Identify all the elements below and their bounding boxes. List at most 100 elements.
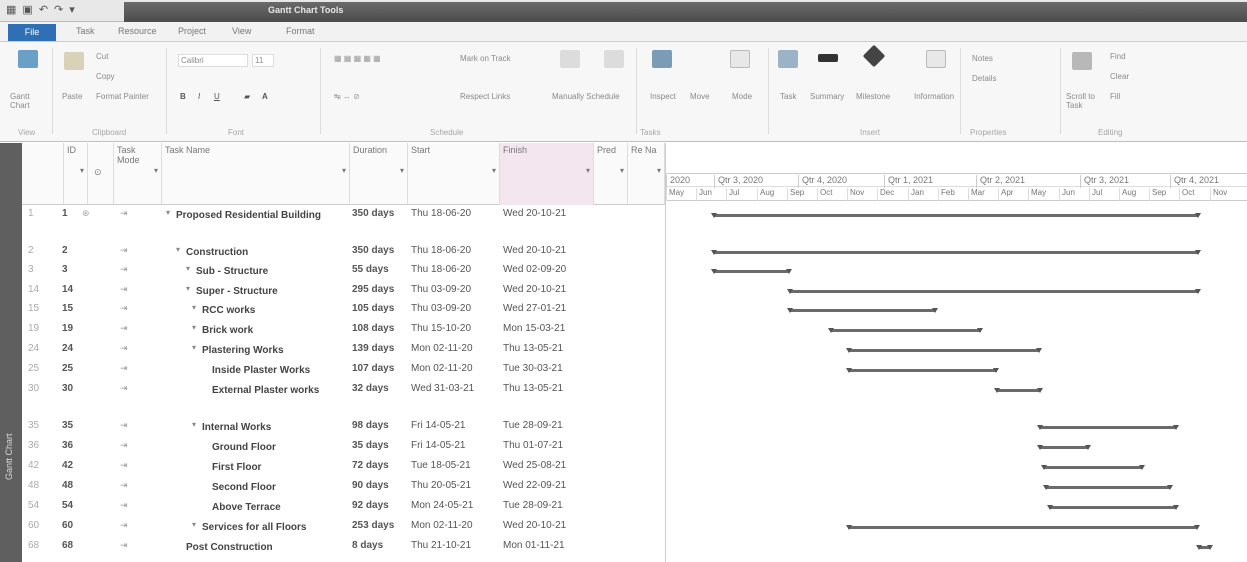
information-icon[interactable] — [926, 50, 946, 68]
task-row[interactable]: 60 60 Services for all Floors 253 days Mon 0… — [22, 520, 665, 538]
gantt-summary-bar[interactable] — [846, 368, 999, 373]
task-row[interactable]: 36 36 Ground Floor 35 days Fri 14-05-21 Thu 0… — [22, 440, 665, 458]
task-start[interactable]: Mon 02-11-20 — [411, 520, 501, 531]
collapse-icon[interactable]: ▾ — [192, 520, 196, 529]
gantt-summary-bar[interactable] — [1037, 445, 1091, 450]
gantt-summary-bar[interactable] — [1047, 505, 1179, 510]
task-finish[interactable]: Wed 02-09-20 — [503, 264, 598, 275]
task-duration[interactable]: 108 days — [352, 323, 410, 334]
scroll-to-task-button[interactable]: Scroll to Task — [1066, 92, 1100, 110]
tab-view[interactable]: View — [232, 26, 251, 36]
tab-project[interactable]: Project — [178, 26, 206, 36]
task-duration[interactable]: 8 days — [352, 540, 410, 551]
task-row[interactable]: 54 54 Above Terrace 92 days Mon 24-05-21 Tue … — [22, 500, 665, 518]
task-duration[interactable]: 72 days — [352, 460, 410, 471]
task-start[interactable]: Thu 18-06-20 — [411, 245, 501, 256]
task-name[interactable]: Above Terrace — [166, 500, 346, 516]
gantt-chart-icon[interactable] — [18, 50, 38, 68]
font-color-icon[interactable]: A — [262, 92, 268, 101]
task-name[interactable]: Ground Floor — [166, 440, 346, 456]
task-finish[interactable]: Wed 20-10-21 — [503, 245, 598, 256]
milestone-button[interactable]: Milestone — [856, 92, 890, 101]
milestone-icon[interactable] — [862, 44, 886, 68]
clear-button[interactable]: Clear — [1110, 72, 1129, 81]
gantt-summary-bar[interactable] — [846, 525, 1200, 530]
task-duration[interactable]: 350 days — [352, 208, 410, 219]
collapse-icon[interactable]: ▾ — [192, 303, 196, 312]
task-row[interactable]: 24 24 Plastering Works 139 days Mon 02-11-20… — [22, 343, 665, 361]
column-start[interactable]: Start ▾ — [408, 143, 500, 205]
column-task-mode[interactable]: Task Mode ▾ — [114, 143, 162, 205]
column-duration[interactable]: Duration ▾ — [350, 143, 408, 205]
task-row[interactable]: 68 68 Post Construction 8 days Thu 21-10-21 M… — [22, 540, 665, 558]
task-start[interactable]: Tue 18-05-21 — [411, 460, 501, 471]
chevron-down-icon[interactable]: ▾ — [342, 166, 346, 175]
bold-button[interactable]: B — [180, 92, 186, 101]
gantt-summary-bar[interactable] — [1037, 425, 1179, 430]
task-start[interactable]: Mon 24-05-21 — [411, 500, 501, 511]
task-row[interactable]: 48 48 Second Floor 90 days Thu 20-05-21 Wed 2… — [22, 480, 665, 498]
task-finish[interactable]: Tue 30-03-21 — [503, 363, 598, 374]
column-id[interactable]: ID ▾ — [64, 143, 88, 205]
gantt-summary-bar[interactable] — [711, 250, 1201, 255]
task-finish[interactable]: Wed 20-10-21 — [503, 284, 598, 295]
format-painter-button[interactable]: Format Painter — [96, 92, 149, 101]
task-row[interactable]: 3 3 Sub - Structure 55 days Thu 18-06-20 Wed … — [22, 264, 665, 282]
gantt-summary-bar[interactable] — [787, 308, 938, 313]
task-start[interactable]: Thu 15-10-20 — [411, 323, 501, 334]
paste-button[interactable]: Paste — [62, 92, 82, 101]
task-duration[interactable]: 295 days — [352, 284, 410, 295]
task-row[interactable]: 35 35 Internal Works 98 days Fri 14-05-21 Tue… — [22, 420, 665, 438]
task-finish[interactable]: Tue 28-09-21 — [503, 420, 598, 431]
mode-icon[interactable] — [730, 50, 750, 68]
task-row[interactable]: 30 30 External Plaster works 32 days Wed 31-… — [22, 383, 665, 419]
task-finish[interactable]: Wed 25-08-21 — [503, 460, 598, 471]
task-start[interactable]: Thu 18-06-20 — [411, 208, 501, 219]
task-finish[interactable]: Wed 27-01-21 — [503, 303, 598, 314]
scroll-to-task-icon[interactable] — [1072, 52, 1092, 70]
gantt-summary-bar[interactable] — [846, 348, 1042, 353]
chevron-down-icon[interactable]: ▾ — [492, 166, 496, 175]
task-duration[interactable]: 98 days — [352, 420, 410, 431]
task-duration[interactable]: 55 days — [352, 264, 410, 275]
chevron-down-icon[interactable]: ▾ — [80, 166, 84, 175]
task-name[interactable]: First Floor — [166, 460, 346, 476]
fill-button[interactable]: Fill — [1110, 92, 1120, 101]
tab-resource[interactable]: Resource — [118, 26, 157, 36]
gantt-summary-bar[interactable] — [711, 269, 792, 274]
task-start[interactable]: Thu 20-05-21 — [411, 480, 501, 491]
cut-button[interactable]: Cut — [96, 52, 108, 61]
fill-color-icon[interactable]: ▰ — [244, 92, 250, 101]
collapse-icon[interactable]: ▾ — [192, 343, 196, 352]
task-row[interactable]: 1 1 Proposed Residential Building 350 days T… — [22, 208, 665, 244]
inspect-icon[interactable] — [652, 50, 672, 68]
task-name[interactable]: Inside Plaster Works — [166, 363, 346, 379]
task-name[interactable]: Proposed Residential Building — [166, 208, 346, 224]
find-button[interactable]: Find — [1110, 52, 1126, 61]
task-name[interactable]: Sub - Structure — [166, 264, 346, 280]
task-start[interactable]: Mon 02-11-20 — [411, 363, 501, 374]
task-duration[interactable]: 35 days — [352, 440, 410, 451]
gantt-summary-bar[interactable] — [787, 289, 1201, 294]
column-resource-names[interactable]: Re Na ▾ — [628, 143, 665, 205]
move-button[interactable]: Move — [690, 92, 710, 101]
task-finish[interactable]: Mon 01-11-21 — [503, 540, 598, 551]
task-finish[interactable]: Thu 13-05-21 — [503, 383, 598, 394]
percent-complete-icons[interactable]: ▦ ▦ ▦ ▦ ▦ — [334, 54, 381, 63]
task-duration[interactable]: 107 days — [352, 363, 410, 374]
undo-icon[interactable]: ↶ — [39, 3, 48, 16]
font-name-select[interactable]: Calibri — [178, 54, 248, 67]
collapse-icon[interactable]: ▾ — [176, 245, 180, 254]
chevron-down-icon[interactable]: ▾ — [154, 166, 158, 175]
gantt-summary-bar[interactable] — [1196, 545, 1213, 550]
task-duration[interactable]: 350 days — [352, 245, 410, 256]
inspect-button[interactable]: Inspect — [650, 92, 676, 101]
task-start[interactable]: Fri 14-05-21 — [411, 440, 501, 451]
task-finish[interactable]: Thu 01-07-21 — [503, 440, 598, 451]
information-button[interactable]: Information — [914, 92, 954, 101]
gantt-summary-bar[interactable] — [828, 328, 983, 333]
task-name[interactable]: Post Construction — [166, 540, 346, 556]
task-duration[interactable]: 32 days — [352, 383, 410, 394]
task-row[interactable]: 25 25 Inside Plaster Works 107 days Mon 02-1… — [22, 363, 665, 381]
task-row[interactable]: 14 14 Super - Structure 295 days Thu 03-09-2… — [22, 284, 665, 302]
